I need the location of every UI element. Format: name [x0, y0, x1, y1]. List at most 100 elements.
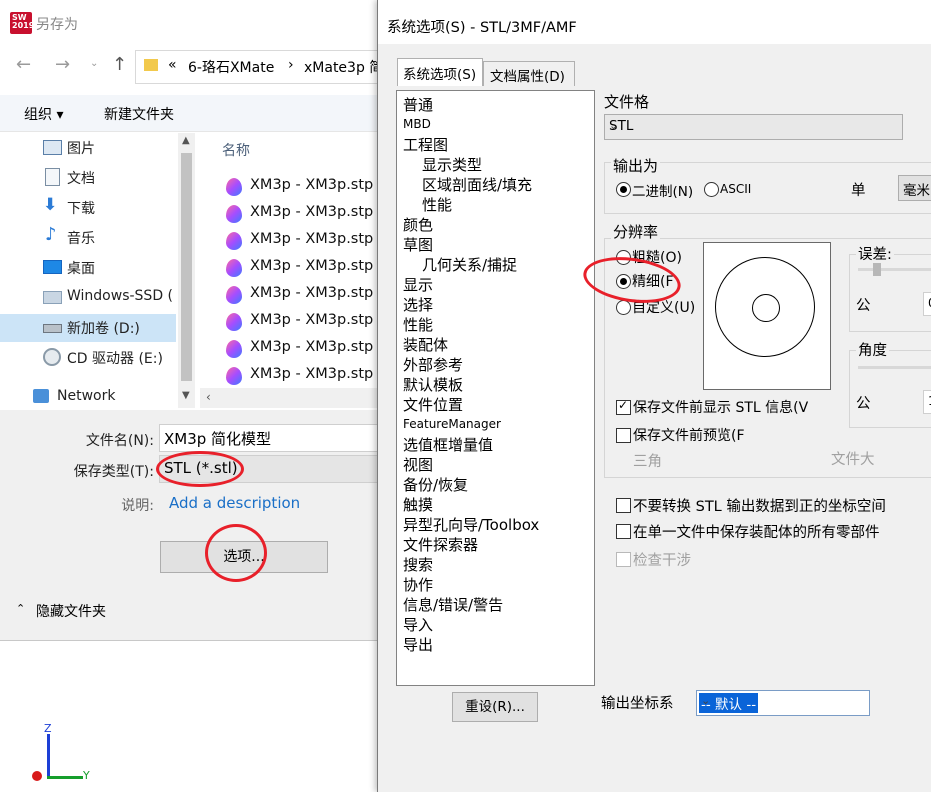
organize-button[interactable]: 组织 ▾	[24, 104, 63, 124]
sidebar-item-label: Network	[57, 388, 116, 404]
sidebar-item-pictures[interactable]: 图片	[0, 134, 176, 162]
all-parts-label: 在单一文件中保存装配体的所有零部件	[633, 525, 880, 541]
description-label: 说明:	[121, 498, 154, 514]
tab-document-properties[interactable]: 文档属性(D)	[483, 61, 575, 86]
sidebar-scrollbar[interactable]: ▲ ▼	[178, 133, 195, 408]
sidebar-item-documents[interactable]: 文档	[0, 164, 176, 192]
tree-item[interactable]: 导出	[403, 634, 433, 655]
pictures-icon	[43, 140, 62, 155]
file-size-label: 文件大	[831, 452, 875, 468]
tree-item[interactable]: 选值框增量值	[403, 434, 493, 455]
address-bar[interactable]: « 6-珞石XMate › xMate3p 简	[135, 50, 397, 84]
unit-select[interactable]: 毫米	[898, 175, 931, 201]
tree-item[interactable]: 协作	[403, 574, 433, 595]
sidebar-item-desktop[interactable]: 桌面	[0, 254, 176, 282]
tree-item[interactable]: MBD	[403, 117, 431, 131]
tree-item[interactable]: 装配体	[403, 334, 448, 355]
chevron-up-icon[interactable]: ⌃	[16, 602, 25, 615]
forward-icon[interactable]: →	[55, 54, 70, 75]
deviation-input[interactable]: 0	[923, 292, 931, 316]
add-description-link[interactable]: Add a description	[169, 494, 300, 512]
hide-folders-button[interactable]: 隐藏文件夹	[36, 601, 106, 621]
tree-item[interactable]: 草图	[403, 234, 433, 255]
scrollbar-thumb[interactable]	[181, 153, 192, 381]
tab-system-options[interactable]: 系统选项(S)	[397, 58, 483, 86]
dialog-title: 另存为	[36, 17, 78, 33]
deviation-slider-thumb[interactable]	[873, 263, 881, 276]
desktop-icon	[43, 260, 62, 274]
angle-input[interactable]: 1	[923, 390, 931, 414]
tree-item[interactable]: 搜索	[403, 554, 433, 575]
coordinate-system-select[interactable]: -- 默认 -- ⌄	[696, 690, 870, 716]
name-column-header[interactable]: 名称	[222, 140, 250, 160]
sidebar-item-windows-ssd[interactable]: Windows-SSD (	[0, 284, 176, 312]
show-stl-info-checkbox[interactable]: ✓	[616, 398, 631, 415]
tree-item[interactable]: 外部参考	[403, 354, 463, 375]
tree-item[interactable]: 触摸	[403, 494, 433, 515]
preview-inner-circle	[752, 294, 780, 322]
sidebar-item-network[interactable]: Network	[0, 384, 176, 412]
file-format-select[interactable]: STL ⌄	[604, 114, 903, 140]
file-name: XM3p - XM3p.stp	[250, 258, 374, 274]
tree-item[interactable]: 区域剖面线/填充	[422, 174, 532, 195]
scroll-left-icon[interactable]: ‹	[206, 390, 211, 404]
sidebar-item-drive-d[interactable]: 新加卷 (D:)	[0, 314, 176, 342]
sidebar-item-music[interactable]: ♪ 音乐	[0, 224, 176, 252]
drive-icon	[43, 324, 62, 333]
recent-chevron-icon[interactable]: ⌄	[90, 58, 98, 69]
address-crumb-2[interactable]: xMate3p 简	[304, 57, 383, 77]
options-title: 系统选项(S) - STL/3MF/AMF	[387, 20, 577, 36]
tree-item[interactable]: 性能	[422, 194, 452, 215]
tree-item[interactable]: 默认模板	[403, 374, 463, 395]
tree-item[interactable]: 视图	[403, 454, 433, 475]
up-icon[interactable]: ↑	[112, 54, 127, 75]
tree-item[interactable]: 工程图	[403, 134, 448, 155]
back-icon[interactable]: ←	[16, 54, 31, 75]
tree-item[interactable]: 导入	[403, 614, 433, 635]
sidebar-item-cd-drive[interactable]: CD 驱动器 (E:)	[0, 344, 176, 372]
tree-item[interactable]: FeatureManager	[403, 417, 501, 431]
ascii-radio[interactable]	[704, 182, 719, 197]
y-axis-label: Y	[83, 769, 90, 782]
filetype-label: 保存类型(T):	[73, 464, 154, 480]
step-file-icon	[226, 286, 242, 304]
sidebar-item-downloads[interactable]: ⬇ 下载	[0, 194, 176, 222]
tree-item[interactable]: 信息/错误/警告	[403, 594, 503, 615]
file-name: XM3p - XM3p.stp	[250, 177, 374, 193]
custom-radio[interactable]	[616, 300, 631, 315]
tree-item[interactable]: 文件位置	[403, 394, 463, 415]
file-name: XM3p - XM3p.stp	[250, 231, 374, 247]
tree-item[interactable]: 性能	[403, 314, 433, 335]
tree-item[interactable]: 选择	[403, 294, 433, 315]
tab-label: 系统选项(S)	[403, 67, 477, 83]
tree-item[interactable]: 显示类型	[422, 154, 482, 175]
save-as-dialog: SW 2019 另存为 ← → ⌄ ↑ « 6-珞石XMate › xMate3p…	[0, 0, 423, 641]
tree-item[interactable]: 显示	[403, 274, 433, 295]
tree-item[interactable]: 普通	[403, 94, 433, 115]
angle-slider[interactable]	[858, 366, 931, 369]
preview-checkbox[interactable]	[616, 428, 631, 443]
scroll-down-icon[interactable]: ▼	[182, 390, 190, 401]
step-file-icon	[226, 340, 242, 358]
tree-item[interactable]: 文件探索器	[403, 534, 478, 555]
windows-drive-icon	[43, 291, 62, 304]
options-tree[interactable]: 普通 MBD 工程图 显示类型 区域剖面线/填充 性能 颜色 草图 几何关系/捕…	[396, 90, 595, 686]
new-folder-button[interactable]: 新建文件夹	[104, 104, 174, 124]
unit-label: 单	[851, 183, 866, 199]
file-name: XM3p - XM3p.stp	[250, 366, 374, 382]
address-crumb-1[interactable]: 6-珞石XMate	[188, 57, 274, 77]
tree-item[interactable]: 几何关系/捕捉	[422, 254, 517, 275]
all-parts-checkbox[interactable]	[616, 524, 631, 539]
no-translate-checkbox[interactable]	[616, 498, 631, 513]
deviation-slider[interactable]	[858, 263, 931, 276]
sidebar-item-label: CD 驱动器 (E:)	[67, 351, 163, 367]
binary-radio[interactable]	[616, 182, 631, 197]
scroll-up-icon[interactable]: ▲	[182, 135, 190, 146]
reset-button[interactable]: 重设(R)...	[452, 692, 538, 722]
tree-item[interactable]: 异型孔向导/Toolbox	[403, 514, 539, 535]
tree-item[interactable]: 颜色	[403, 214, 433, 235]
chevron-down-icon: ⌄	[701, 694, 711, 707]
show-stl-info-label: 保存文件前显示 STL 信息(V	[633, 400, 809, 416]
interference-checkbox[interactable]	[616, 552, 631, 567]
tree-item[interactable]: 备份/恢复	[403, 474, 468, 495]
